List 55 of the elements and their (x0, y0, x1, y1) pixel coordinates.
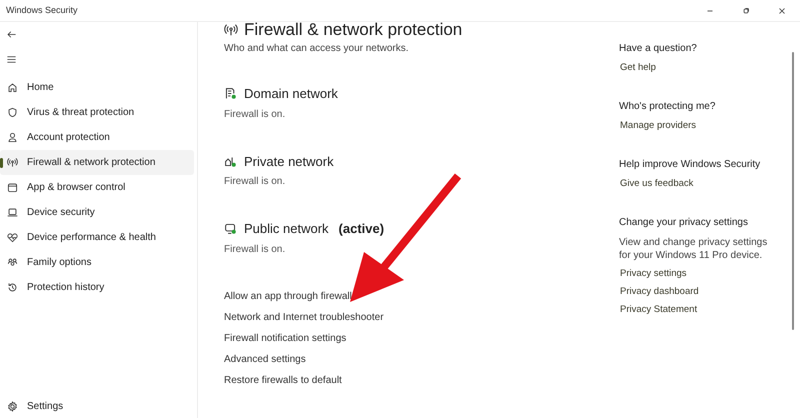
history-icon (7, 282, 18, 293)
link[interactable]: Give us feedback (620, 177, 694, 190)
link[interactable]: Allow an app through firewall (224, 290, 352, 302)
antenna-icon (224, 23, 238, 37)
sidebar-item[interactable]: Device performance & health (0, 225, 194, 250)
link[interactable]: Network and Internet troubleshooter (224, 310, 384, 324)
active-label: (active) (338, 220, 384, 238)
page-title: Firewall & network protection (244, 22, 462, 38)
link[interactable]: Privacy settings (620, 267, 687, 280)
link[interactable]: Privacy Statement (620, 303, 698, 316)
section-heading: Change your privacy settings (619, 216, 749, 230)
home-icon (7, 82, 18, 93)
page-subtitle: Who and what can access your networks. (224, 42, 410, 56)
network-heading: Public network (244, 220, 329, 238)
section-heading: Who's protecting me? (619, 100, 716, 114)
scrollbar[interactable] (792, 52, 794, 330)
close-icon (777, 6, 787, 16)
section-heading: Have a question? (619, 42, 698, 56)
back-arrow-icon (6, 28, 17, 40)
monitor-network-icon (224, 222, 237, 236)
heart-icon (7, 232, 18, 243)
antenna-icon (7, 157, 18, 168)
gear-icon (7, 400, 18, 412)
building-icon (224, 87, 237, 100)
sidebar-item[interactable]: Home (0, 75, 194, 100)
link[interactable]: Firewall notification settings (224, 332, 346, 344)
restore-icon (741, 6, 751, 16)
link[interactable]: Get help (620, 61, 656, 74)
sidebar-item[interactable]: Protection history (0, 275, 194, 300)
section-heading: Help improve Windows Security (619, 158, 762, 172)
link[interactable]: Manage providers (620, 119, 696, 132)
family-icon (7, 257, 18, 268)
window-icon (7, 182, 18, 193)
sidebar-item[interactable]: App & browser control (0, 175, 194, 200)
status-text: Firewall is on. (224, 242, 286, 256)
settings-item[interactable]: Settings (0, 396, 197, 416)
sidebar-item[interactable]: Device security (0, 200, 194, 225)
link[interactable]: Restore firewalls to default (224, 374, 342, 386)
window-title: Windows Security (6, 4, 78, 17)
sidebar-item[interactable]: Family options (0, 250, 194, 275)
network-heading: Domain network (244, 85, 338, 103)
person-icon (7, 132, 18, 143)
shield-icon (7, 107, 18, 118)
link[interactable]: Advanced settings (224, 352, 306, 366)
status-text: Firewall is on. (224, 175, 286, 189)
menu-icon (6, 54, 17, 64)
status-text: Firewall is on. (224, 108, 286, 122)
house-network-icon (224, 154, 237, 168)
section-description: View and change privacy settings for your Windows 11 Pro device. (619, 236, 768, 262)
sidebar-item[interactable]: Firewall & network protection (0, 150, 194, 175)
sidebar-item[interactable]: Account protection (0, 125, 194, 150)
laptop-icon (7, 207, 18, 218)
link[interactable]: Privacy dashboard (620, 285, 699, 298)
network-heading: Private network (244, 152, 334, 170)
sidebar-item[interactable]: Virus & threat protection (0, 100, 194, 125)
